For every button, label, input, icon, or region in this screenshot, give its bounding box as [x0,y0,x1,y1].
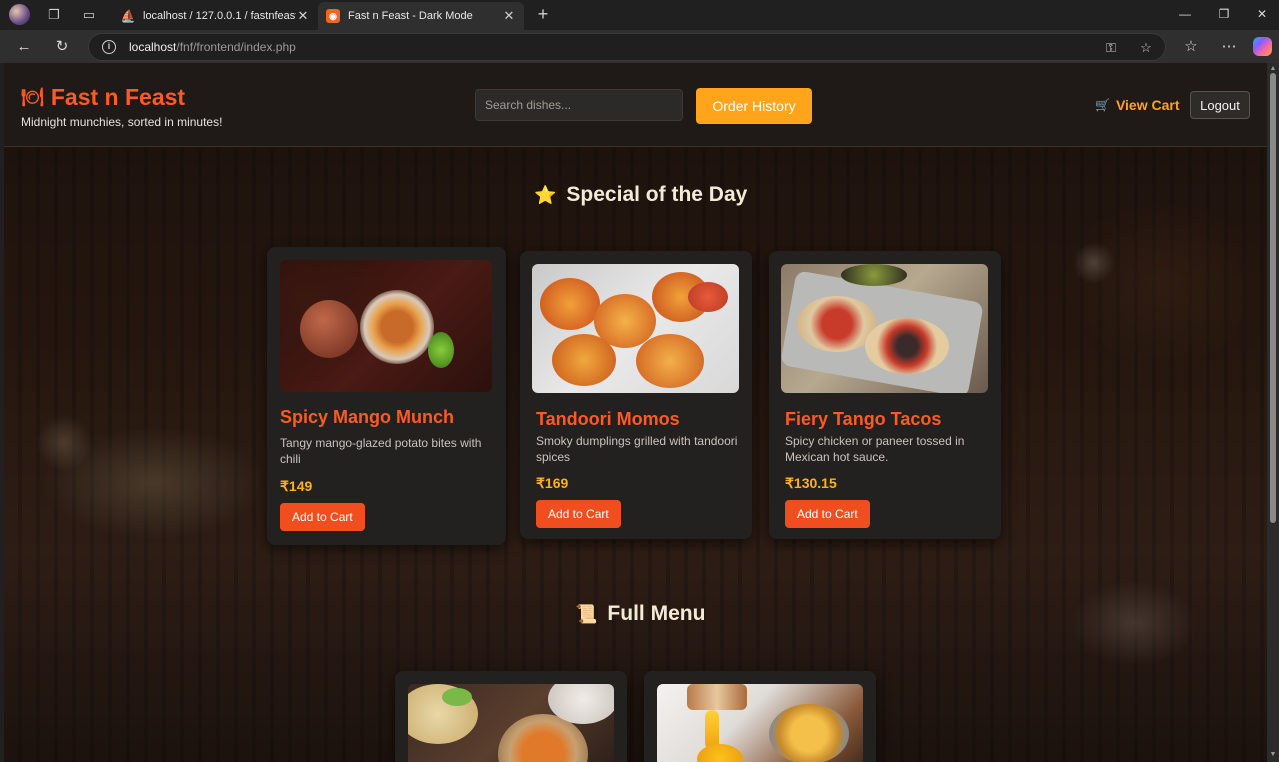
scrollbar-thumb[interactable] [1270,73,1276,523]
scroll-down-icon[interactable]: ▼ [1269,751,1277,758]
address-bar[interactable]: i localhost/fnf/frontend/index.php ⚿ ☆ [88,33,1166,61]
dish-price: ₹169 [536,475,569,491]
phpmyadmin-icon: ⛵ [120,9,136,23]
menu-card [644,671,876,762]
dish-image [781,264,988,393]
menu-title-text: Full Menu [607,602,706,625]
dish-description: Spicy chicken or paneer tossed in Mexica… [785,434,965,464]
dish-image [657,684,863,762]
workspaces-icon[interactable]: ❐ [44,5,64,25]
tagline: Midnight munchies, sorted in minutes! [21,115,223,129]
reload-icon[interactable]: ↻ [51,36,73,58]
site-info-icon[interactable]: i [102,40,116,54]
star-icon: ⭐ [534,184,557,205]
close-tab-icon[interactable]: ✕ [296,8,310,24]
profile-avatar[interactable] [9,4,30,25]
add-to-cart-button[interactable]: Add to Cart [785,500,870,528]
scroll-up-icon[interactable]: ▲ [1269,65,1277,72]
restore-icon[interactable]: ❐ [1213,4,1235,24]
new-tab-button[interactable]: + [533,4,553,24]
dish-description: Tangy mango-glazed potato bites with chi… [280,436,482,466]
close-tab-icon[interactable]: ✕ [502,8,516,24]
key-icon[interactable]: ⚿ [1102,39,1120,57]
dish-image [532,264,739,393]
brand-name: Fast n Feast [50,84,186,110]
cart-icon: 🛒 [1095,98,1110,112]
special-card-fiery-tango-tacos: Fiery Tango Tacos Spicy chicken or panee… [769,251,1001,539]
logout-button[interactable]: Logout [1190,91,1250,119]
dish-name: Fiery Tango Tacos [785,409,942,429]
plate-icon: 🍽 [21,87,44,107]
favorites-icon[interactable]: ☆ [1180,36,1202,58]
more-menu-icon[interactable]: ⋯ [1218,36,1240,58]
close-window-icon[interactable]: ✕ [1251,4,1273,24]
search-input[interactable] [475,89,683,121]
dish-price: ₹130.15 [785,475,837,491]
fnf-icon: ◉ [326,9,340,23]
special-card-tandoori-momos: Tandoori Momos Smoky dumplings grilled w… [520,251,752,539]
url-text[interactable]: localhost/fnf/frontend/index.php [129,40,296,54]
view-cart-label: View Cart [1115,97,1180,113]
page-scrollbar[interactable]: ▲ ▼ [1267,63,1279,762]
dish-description: Smoky dumplings grilled with tandoori sp… [536,434,738,464]
back-icon[interactable]: ← [13,36,35,58]
view-cart-link[interactable]: 🛒 View Cart [1095,97,1180,113]
dish-image [280,260,492,392]
copilot-icon[interactable] [1253,37,1272,56]
dish-name: Spicy Mango Munch [280,407,455,427]
tab-title: Fast n Feast - Dark Mode [348,10,473,22]
dish-price: ₹149 [280,478,313,494]
menu-card [395,671,627,762]
special-title-text: Special of the Day [566,183,748,206]
browser-tab-phpmyadmin[interactable]: ⛵ localhost / 127.0.0.1 / fastnfeast | ✕ [113,2,318,30]
browser-nav-bar: ← ↻ i localhost/fnf/frontend/index.php ⚿… [0,30,1279,63]
dish-image [408,684,614,762]
menu-section-title: 📜 Full Menu [575,602,705,626]
tab-actions-icon[interactable]: ▭ [79,5,99,25]
add-to-cart-button[interactable]: Add to Cart [536,500,621,528]
brand-logo[interactable]: 🍽 Fast n Feast [21,84,185,111]
scroll-icon: 📜 [575,603,598,624]
special-card-spicy-mango-munch: Spicy Mango Munch Tangy mango-glazed pot… [267,247,506,545]
site-header: 🍽 Fast n Feast Midnight munchies, sorted… [4,63,1267,147]
minimize-icon[interactable]: — [1174,4,1196,24]
browser-tab-fast-n-feast[interactable]: ◉ Fast n Feast - Dark Mode ✕ [318,2,524,30]
add-to-cart-button[interactable]: Add to Cart [280,503,365,531]
order-history-button[interactable]: Order History [696,88,812,124]
tab-title: localhost / 127.0.0.1 / fastnfeast | [143,10,296,22]
browser-tab-bar: ❐ ▭ ⛵ localhost / 127.0.0.1 / fastnfeast… [0,0,1279,30]
page-viewport: 🍽 Fast n Feast Midnight munchies, sorted… [4,63,1267,762]
favorite-star-icon[interactable]: ☆ [1137,39,1155,57]
special-section-title: ⭐ Special of the Day [534,183,747,207]
dish-name: Tandoori Momos [536,409,680,429]
